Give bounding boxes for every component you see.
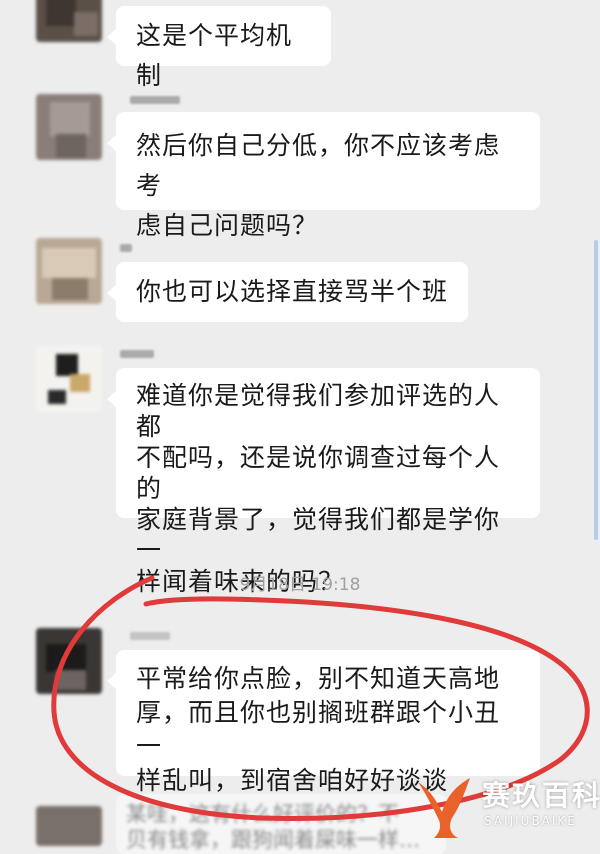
watermark-subtext: SAIJIUBAIKE bbox=[484, 814, 577, 828]
highlight-circle bbox=[51, 575, 590, 821]
watermark-text: 赛玖百科 bbox=[482, 779, 600, 812]
watermark-logo: 赛玖百科 SAIJIUBAIKE bbox=[408, 770, 600, 844]
fish-tail-icon bbox=[418, 778, 470, 838]
scrollbar[interactable] bbox=[594, 0, 598, 844]
